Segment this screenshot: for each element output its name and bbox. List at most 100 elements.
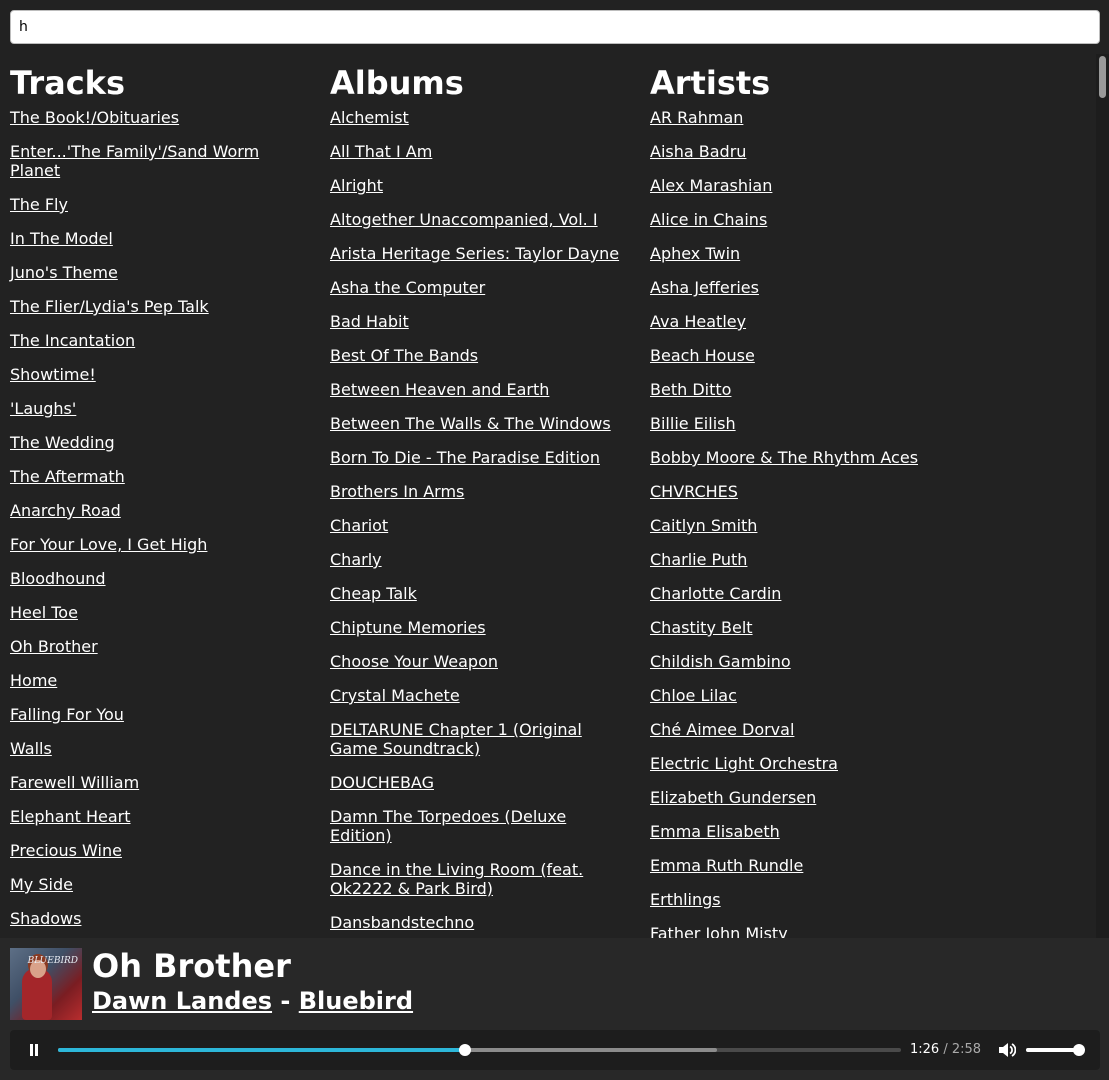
track-item-link[interactable]: Elephant Heart xyxy=(10,807,131,826)
artist-item-link[interactable]: Ché Aimee Dorval xyxy=(650,720,794,739)
album-item-link[interactable]: Best Of The Bands xyxy=(330,346,478,365)
track-item-link[interactable]: The Book!/Obituaries xyxy=(10,108,179,127)
album-item: Crystal Machete xyxy=(330,686,625,705)
album-item-link[interactable]: Brothers In Arms xyxy=(330,482,464,501)
artist-item-link[interactable]: Asha Jefferies xyxy=(650,278,759,297)
album-item-link[interactable]: Chiptune Memories xyxy=(330,618,486,637)
volume-handle[interactable] xyxy=(1073,1044,1085,1056)
artist-item-link[interactable]: Emma Ruth Rundle xyxy=(650,856,803,875)
artist-item-link[interactable]: Emma Elisabeth xyxy=(650,822,780,841)
album-item-link[interactable]: Bad Habit xyxy=(330,312,409,331)
album-item-link[interactable]: Crystal Machete xyxy=(330,686,460,705)
album-item-link[interactable]: All That I Am xyxy=(330,142,432,161)
track-item-link[interactable]: Heel Toe xyxy=(10,603,78,622)
track-item-link[interactable]: For Your Love, I Get High xyxy=(10,535,207,554)
tracks-list: The Book!/Obituaries Enter...'The Family'… xyxy=(10,108,300,928)
artist-item-link[interactable]: Alice in Chains xyxy=(650,210,767,229)
albums-column: Albums Alchemist All That I Am Alright Alto… xyxy=(330,54,625,938)
track-item-link[interactable]: My Side xyxy=(10,875,73,894)
track-item-link[interactable]: Shadows xyxy=(10,909,81,928)
artist-item-link[interactable]: Childish Gambino xyxy=(650,652,791,671)
album-item-link[interactable]: Alchemist xyxy=(330,108,409,127)
album-item-link[interactable]: Altogether Unaccompanied, Vol. I xyxy=(330,210,598,229)
artist-item-link[interactable]: Erthlings xyxy=(650,890,721,909)
track-item: The Incantation xyxy=(10,331,300,350)
now-playing-artist-link[interactable]: Dawn Landes xyxy=(92,987,272,1015)
artist-item-link[interactable]: Beach House xyxy=(650,346,755,365)
track-item-link[interactable]: Home xyxy=(10,671,57,690)
album-item-link[interactable]: DOUCHEBAG xyxy=(330,773,434,792)
album-item: Alchemist xyxy=(330,108,625,127)
volume-slider[interactable] xyxy=(1026,1044,1085,1056)
album-item-link[interactable]: Choose Your Weapon xyxy=(330,652,498,671)
album-item: Asha the Computer xyxy=(330,278,625,297)
track-item-link[interactable]: The Incantation xyxy=(10,331,135,350)
track-item-link[interactable]: Bloodhound xyxy=(10,569,106,588)
search-input[interactable] xyxy=(10,10,1100,44)
artist-item-link[interactable]: Beth Ditto xyxy=(650,380,731,399)
track-item-link[interactable]: Walls xyxy=(10,739,52,758)
artist-item-link[interactable]: Aisha Badru xyxy=(650,142,746,161)
album-item: DOUCHEBAG xyxy=(330,773,625,792)
tracks-column: Tracks The Book!/Obituaries Enter...'The … xyxy=(10,54,300,938)
track-item-link[interactable]: The Aftermath xyxy=(10,467,125,486)
track-item-link[interactable]: In The Model xyxy=(10,229,113,248)
artist-item-link[interactable]: Chastity Belt xyxy=(650,618,753,637)
album-item-link[interactable]: Dansbandstechno xyxy=(330,913,474,932)
album-item: Chiptune Memories xyxy=(330,618,625,637)
album-item-link[interactable]: Born To Die - The Paradise Edition xyxy=(330,448,600,467)
results-scrollbar[interactable] xyxy=(1096,54,1109,938)
track-item-link[interactable]: Falling For You xyxy=(10,705,124,724)
seek-handle[interactable] xyxy=(459,1044,472,1056)
album-item-link[interactable]: Asha the Computer xyxy=(330,278,485,297)
artist-item-link[interactable]: Chloe Lilac xyxy=(650,686,737,705)
album-cover[interactable]: BLUEBIRD xyxy=(10,948,82,1020)
album-item-link[interactable]: DELTARUNE Chapter 1 (Original Game Sound… xyxy=(330,720,582,758)
album-item-link[interactable]: Between The Walls & The Windows xyxy=(330,414,611,433)
pause-button[interactable] xyxy=(24,1040,44,1060)
artist-item-link[interactable]: Billie Eilish xyxy=(650,414,736,433)
now-playing-album-link[interactable]: Bluebird xyxy=(299,987,413,1015)
artist-item-link[interactable]: Aphex Twin xyxy=(650,244,740,263)
artist-item-link[interactable]: Caitlyn Smith xyxy=(650,516,757,535)
album-item-link[interactable]: Between Heaven and Earth xyxy=(330,380,549,399)
artist-item-link[interactable]: CHVRCHES xyxy=(650,482,738,501)
album-item-link[interactable]: Charly xyxy=(330,550,382,569)
album-item-link[interactable]: Cheap Talk xyxy=(330,584,417,603)
track-item-link[interactable]: The Fly xyxy=(10,195,68,214)
track-item-link[interactable]: Farewell William xyxy=(10,773,139,792)
seek-bar[interactable] xyxy=(58,1044,901,1056)
album-item-link[interactable]: Chariot xyxy=(330,516,388,535)
album-item-link[interactable]: Dance in the Living Room (feat. Ok2222 &… xyxy=(330,860,583,898)
album-item-link[interactable]: Alright xyxy=(330,176,383,195)
track-item: The Aftermath xyxy=(10,467,300,486)
album-item: Arista Heritage Series: Taylor Dayne xyxy=(330,244,625,263)
artist-album-separator: - xyxy=(280,987,291,1015)
track-item-link[interactable]: The Flier/Lydia's Pep Talk xyxy=(10,297,209,316)
artist-item-link[interactable]: AR Rahman xyxy=(650,108,743,127)
artist-item-link[interactable]: Electric Light Orchestra xyxy=(650,754,838,773)
track-item-link[interactable]: Anarchy Road xyxy=(10,501,121,520)
track-item-link[interactable]: Showtime! xyxy=(10,365,96,384)
artist-item: Ava Heatley xyxy=(650,312,1090,331)
artist-item-link[interactable]: Charlie Puth xyxy=(650,550,747,569)
audio-player: 1:26 / 2:58 xyxy=(10,1030,1100,1070)
track-item-link[interactable]: The Wedding xyxy=(10,433,115,452)
volume-icon[interactable] xyxy=(998,1042,1017,1058)
artist-item-link[interactable]: Ava Heatley xyxy=(650,312,746,331)
track-item-link[interactable]: Enter...'The Family'/Sand Worm Planet xyxy=(10,142,259,180)
artist-item-link[interactable]: Elizabeth Gundersen xyxy=(650,788,816,807)
track-item-link[interactable]: Juno's Theme xyxy=(10,263,118,282)
scrollbar-thumb[interactable] xyxy=(1099,56,1106,98)
track-item-link[interactable]: Precious Wine xyxy=(10,841,122,860)
artist-item-link[interactable]: Bobby Moore & The Rhythm Aces xyxy=(650,448,918,467)
artist-item: Alex Marashian xyxy=(650,176,1090,195)
artist-item: Beth Ditto xyxy=(650,380,1090,399)
track-item-link[interactable]: Oh Brother xyxy=(10,637,98,656)
artist-item-link[interactable]: Alex Marashian xyxy=(650,176,772,195)
track-item-link[interactable]: 'Laughs' xyxy=(10,399,76,418)
album-item-link[interactable]: Damn The Torpedoes (Deluxe Edition) xyxy=(330,807,566,845)
artist-item-link[interactable]: Charlotte Cardin xyxy=(650,584,781,603)
album-item-link[interactable]: Arista Heritage Series: Taylor Dayne xyxy=(330,244,619,263)
artist-item-link[interactable]: Father John Misty xyxy=(650,924,788,938)
